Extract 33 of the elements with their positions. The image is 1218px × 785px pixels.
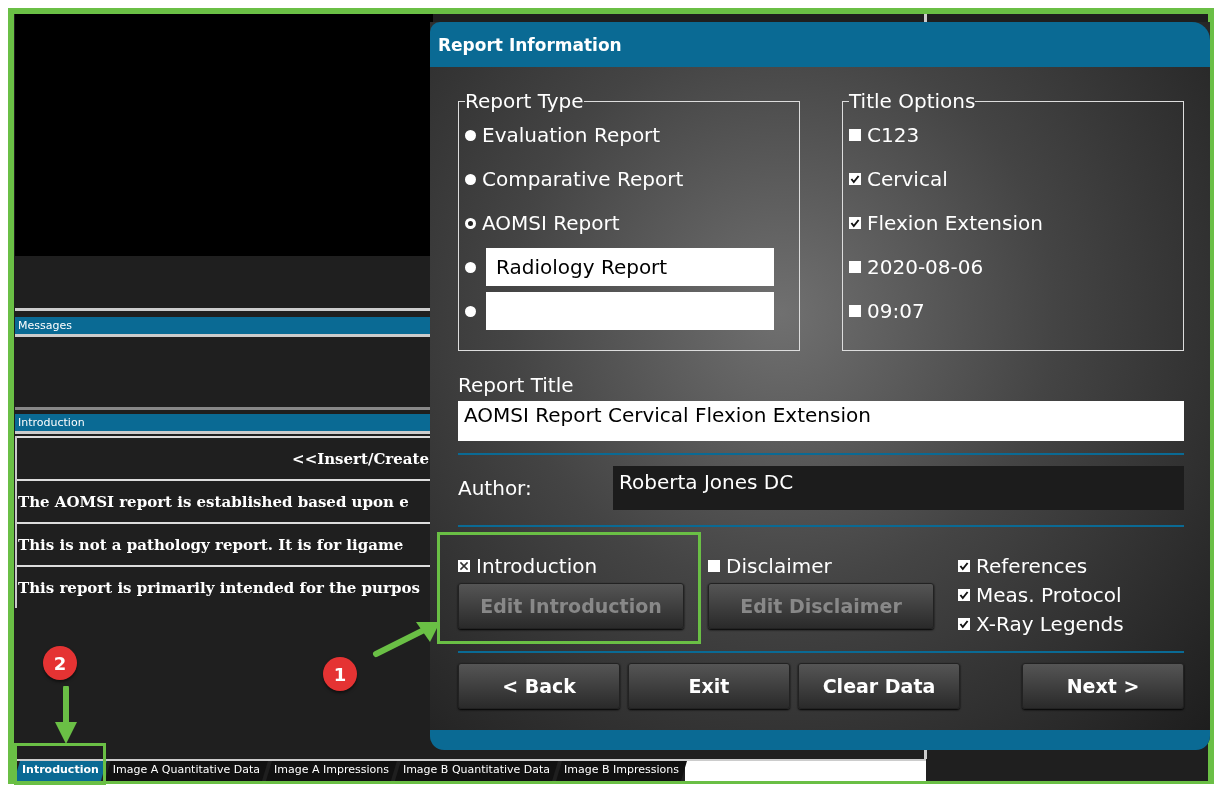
step-badge: 2 — [43, 646, 77, 680]
checkbox-label[interactable]: Disclaimer — [726, 554, 832, 578]
checkbox-label[interactable]: Meas. Protocol — [976, 583, 1122, 607]
input-field[interactable]: AOMSI Report Cervical Flexion Extension — [458, 401, 1184, 441]
checkbox-label[interactable]: 09:07 — [867, 299, 925, 323]
checkbox-label[interactable]: Introduction — [476, 554, 598, 578]
nav-button[interactable]: < Back — [458, 663, 620, 709]
nav-button[interactable]: Next > — [1022, 663, 1184, 709]
field-label: Author: — [458, 476, 533, 500]
step-badge: 1 — [323, 657, 357, 691]
checkbox-label[interactable]: Cervical — [867, 167, 948, 191]
tab[interactable]: Image B Quantitative Data — [394, 761, 559, 781]
input-field[interactable]: Radiology Report — [486, 248, 774, 286]
field-label: Report Title — [458, 373, 575, 399]
nav-button[interactable]: Clear Data — [798, 663, 960, 709]
group-label: Report Type — [465, 89, 584, 113]
nav-button[interactable]: Exit — [628, 663, 790, 709]
checkbox-label[interactable]: References — [976, 553, 1088, 578]
tab[interactable]: Image A Impressions — [265, 761, 397, 781]
checkbox-label[interactable]: X-Ray Legends — [976, 612, 1124, 637]
radio-label[interactable]: AOMSI Report — [482, 211, 620, 235]
group-label: Title Options — [849, 89, 976, 113]
input-field[interactable]: Roberta Jones DC — [613, 466, 1184, 510]
tab[interactable]: Image B Impressions — [556, 761, 687, 781]
tab[interactable]: Image A Quantitative Data — [104, 761, 268, 781]
panel-header: Introduction — [15, 414, 433, 434]
checkbox-label[interactable]: Flexion Extension — [867, 211, 1043, 235]
checkbox-label[interactable]: 2020-08-06 — [867, 255, 984, 279]
checkbox-label[interactable]: C123 — [867, 123, 920, 147]
panel-header: Messages — [15, 317, 433, 337]
radio-label[interactable]: Evaluation Report — [482, 123, 661, 147]
dialog-title: Report Information — [430, 22, 1210, 67]
radio-label[interactable]: Comparative Report — [482, 167, 684, 191]
